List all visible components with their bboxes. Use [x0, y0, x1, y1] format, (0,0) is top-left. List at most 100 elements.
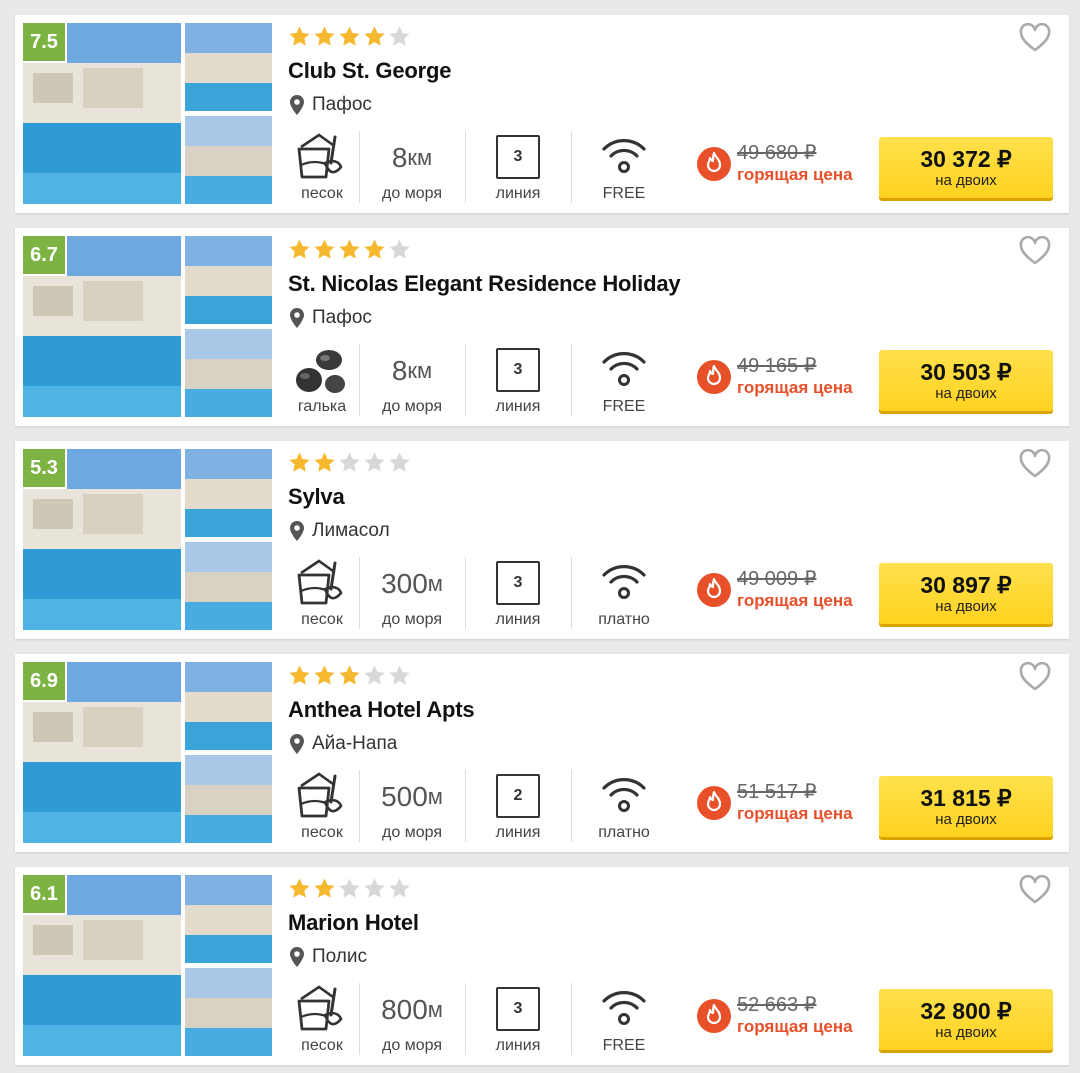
sand-bucket-icon: [297, 772, 343, 818]
price-button[interactable]: 31 815 ₽ на двоих: [879, 776, 1053, 837]
heart-icon[interactable]: [1019, 662, 1051, 692]
sea-distance: 8 км до моря: [359, 131, 465, 203]
wifi: платно: [571, 770, 677, 842]
wifi-icon: [602, 778, 646, 812]
line-number: 2: [496, 774, 540, 818]
star-empty-icon: [364, 665, 385, 685]
distance-caption: до моря: [382, 824, 442, 841]
heart-icon[interactable]: [1019, 875, 1051, 905]
hotel-thumb-photo[interactable]: [185, 449, 272, 537]
hotel-card[interactable]: 6.1 Marion Hotel Полис песок 800 м до мо…: [15, 867, 1069, 1065]
hotel-main-photo[interactable]: 6.1: [23, 875, 181, 1056]
hotel-card[interactable]: 6.9 Anthea Hotel Apts Айа-Напа песок 500…: [15, 654, 1069, 852]
star-empty-icon: [389, 878, 410, 898]
hot-price-label: горящая цена: [737, 1017, 853, 1036]
line-number: 3: [496, 348, 540, 392]
star-filled-icon: [289, 452, 310, 472]
beach-line: 3 линия: [465, 344, 571, 416]
heart-icon[interactable]: [1019, 23, 1051, 53]
hotel-name[interactable]: St. Nicolas Elegant Residence Holiday: [288, 271, 681, 297]
price-button[interactable]: 30 503 ₽ на двоих: [879, 350, 1053, 411]
rating-badge: 6.7: [23, 236, 67, 276]
location-label: Полис: [312, 946, 368, 967]
location-pin-icon: [290, 947, 304, 967]
hotel-name[interactable]: Marion Hotel: [288, 910, 419, 936]
fire-icon: [697, 786, 731, 820]
hot-price-label: горящая цена: [737, 804, 853, 823]
location-label: Лимасол: [312, 520, 390, 541]
star-filled-icon: [364, 26, 385, 46]
location-pin-icon: [290, 734, 304, 754]
star-rating: [288, 25, 411, 51]
hot-price-label: горящая цена: [737, 378, 853, 397]
location-pin-icon: [290, 308, 304, 328]
hotel-location: Айа-Напа: [290, 733, 397, 755]
beach-type-label: песок: [301, 824, 343, 841]
hotel-thumb-photo[interactable]: [185, 23, 272, 111]
star-filled-icon: [339, 665, 360, 685]
hot-price-label: горящая цена: [737, 165, 853, 184]
sea-distance: 500 м до моря: [359, 770, 465, 842]
line-caption: линия: [495, 398, 541, 415]
beach-line: 3 линия: [465, 131, 571, 203]
price-per-two: на двоих: [935, 1023, 997, 1041]
hotel-thumb-photo[interactable]: [185, 329, 272, 417]
beach-line: 2 линия: [465, 770, 571, 842]
beach-type-label: галька: [297, 398, 347, 415]
hotel-thumb-photo[interactable]: [185, 755, 272, 843]
price-button[interactable]: 30 372 ₽ на двоих: [879, 137, 1053, 198]
wifi: FREE: [571, 983, 677, 1055]
hotel-name[interactable]: Anthea Hotel Apts: [288, 697, 475, 723]
star-filled-icon: [314, 239, 335, 259]
hotel-card[interactable]: 6.7 St. Nicolas Elegant Residence Holida…: [15, 228, 1069, 426]
hot-price-label: горящая цена: [737, 591, 853, 610]
star-empty-icon: [389, 239, 410, 259]
price-info: 49 165 ₽ горящая цена: [737, 354, 853, 398]
star-filled-icon: [339, 26, 360, 46]
star-filled-icon: [339, 239, 360, 259]
distance-value: 800 м: [381, 994, 443, 1025]
hotel-location: Пафос: [290, 307, 372, 329]
star-filled-icon: [289, 26, 310, 46]
hotel-main-photo[interactable]: 7.5: [23, 23, 181, 204]
price-value: 32 800 ₽: [920, 997, 1012, 1024]
hotel-location: Полис: [290, 946, 367, 968]
location-label: Пафос: [312, 307, 372, 328]
distance-value: 300 м: [381, 568, 443, 599]
wifi: FREE: [571, 344, 677, 416]
beach-type: песок: [285, 770, 359, 842]
hotel-thumb-photo[interactable]: [185, 236, 272, 324]
sea-distance: 300 м до моря: [359, 557, 465, 629]
price-button[interactable]: 30 897 ₽ на двоих: [879, 563, 1053, 624]
star-filled-icon: [289, 665, 310, 685]
hotel-main-photo[interactable]: 6.9: [23, 662, 181, 843]
hotel-thumb-photo[interactable]: [185, 968, 272, 1056]
beach-type: песок: [285, 557, 359, 629]
price-info: 52 663 ₽ горящая цена: [737, 993, 853, 1037]
hotel-thumb-photo[interactable]: [185, 542, 272, 630]
hotel-main-photo[interactable]: 6.7: [23, 236, 181, 417]
hotel-card[interactable]: 7.5 Club St. George Пафос песок 8 км до …: [15, 15, 1069, 213]
hotel-list: 7.5 Club St. George Пафос песок 8 км до …: [0, 0, 1080, 1073]
hotel-main-photo[interactable]: 5.3: [23, 449, 181, 630]
hotel-card[interactable]: 5.3 Sylva Лимасол песок 300 м до моря 3 …: [15, 441, 1069, 639]
hotel-thumb-photo[interactable]: [185, 662, 272, 750]
price-value: 30 372 ₽: [920, 145, 1012, 172]
hotel-thumb-photo[interactable]: [185, 116, 272, 204]
hotel-thumb-photo[interactable]: [185, 875, 272, 963]
line-caption: линия: [495, 1037, 541, 1054]
hotel-name[interactable]: Sylva: [288, 484, 345, 510]
rating-badge: 6.9: [23, 662, 67, 702]
sea-distance: 800 м до моря: [359, 983, 465, 1055]
hotel-name[interactable]: Club St. George: [288, 58, 451, 84]
star-filled-icon: [314, 452, 335, 472]
wifi: платно: [571, 557, 677, 629]
distance-caption: до моря: [382, 185, 442, 202]
wifi-label: FREE: [602, 1037, 646, 1054]
beach-type: галька: [285, 344, 359, 416]
star-empty-icon: [389, 26, 410, 46]
fire-icon: [697, 999, 731, 1033]
heart-icon[interactable]: [1019, 236, 1051, 266]
heart-icon[interactable]: [1019, 449, 1051, 479]
price-button[interactable]: 32 800 ₽ на двоих: [879, 989, 1053, 1050]
